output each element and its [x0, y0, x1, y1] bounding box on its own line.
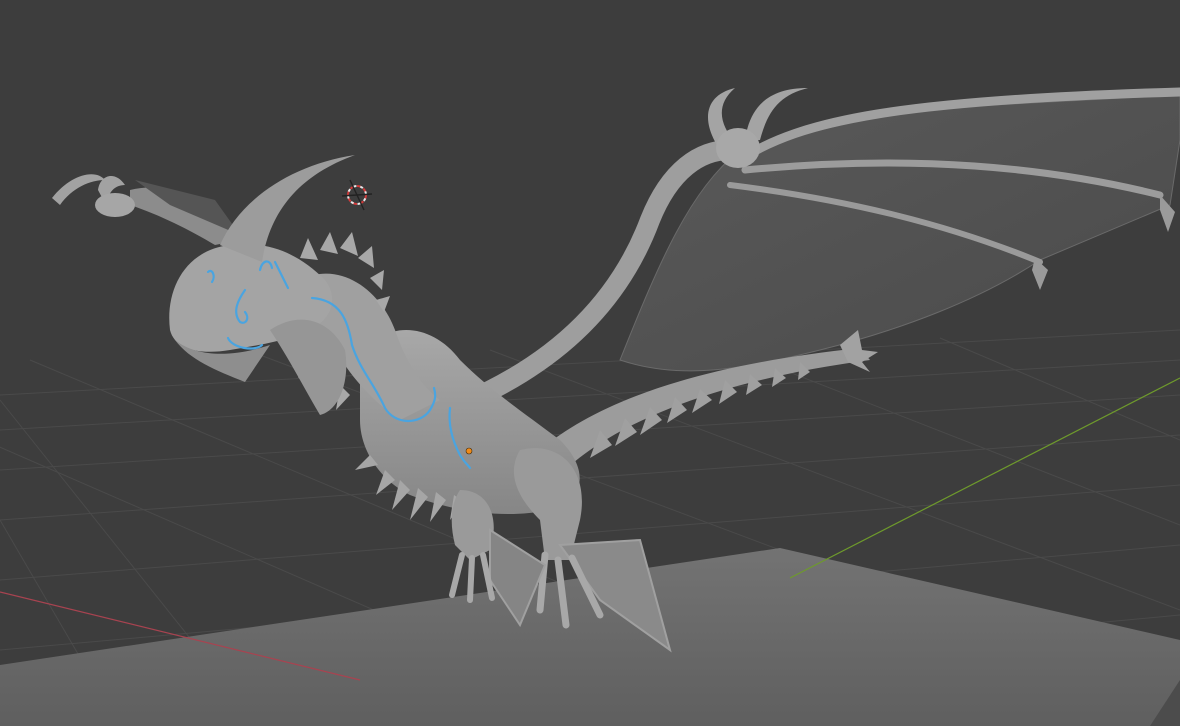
right-wing-knuckle	[716, 128, 760, 168]
left-wing-knuckle	[95, 193, 135, 217]
3d-viewport[interactable]	[0, 0, 1180, 726]
object-origin-icon[interactable]	[465, 447, 473, 455]
viewport-canvas[interactable]	[0, 0, 1180, 726]
